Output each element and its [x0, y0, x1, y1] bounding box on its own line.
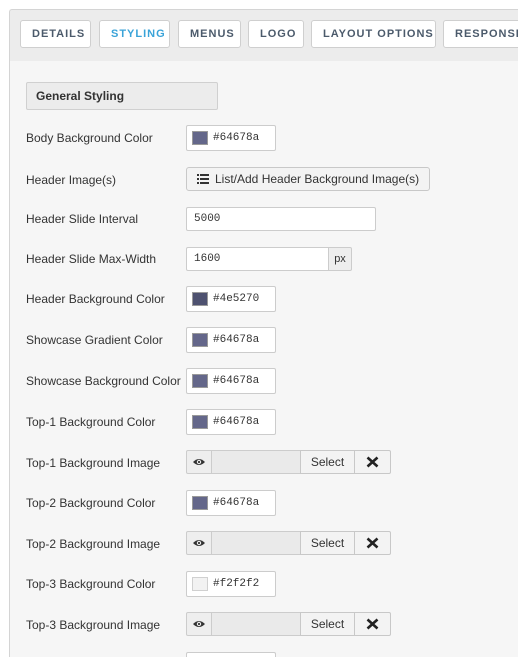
tab-bar: DETAILS STYLING MENUS LOGO LAYOUT OPTION…: [9, 9, 518, 62]
image-path-field[interactable]: [211, 531, 301, 555]
unit-addon: px: [328, 247, 352, 271]
preview-button[interactable]: [186, 531, 212, 555]
tab-menus[interactable]: MENUS: [178, 20, 241, 48]
tab-logo[interactable]: LOGO: [248, 20, 304, 48]
color-swatch[interactable]: [192, 496, 208, 510]
top3-background-color-label: Top-3 Background Color: [26, 577, 156, 591]
tab-styling[interactable]: STYLING: [99, 20, 170, 48]
top1-background-color-picker[interactable]: #64678a: [186, 409, 276, 435]
color-swatch[interactable]: [192, 292, 208, 306]
tab-details[interactable]: DETAILS: [20, 20, 91, 48]
color-value: #4e5270: [213, 293, 260, 305]
preview-button[interactable]: [186, 612, 212, 636]
preview-button[interactable]: [186, 450, 212, 474]
top3-background-image-label: Top-3 Background Image: [26, 618, 161, 632]
top1-background-image-label: Top-1 Background Image: [26, 456, 161, 470]
close-x-icon: [366, 456, 379, 468]
top1-background-color-label: Top-1 Background Color: [26, 415, 156, 429]
header-slide-interval-input[interactable]: 5000: [186, 207, 376, 231]
color-value: #f2f2f2: [213, 578, 260, 590]
color-value: #64678a: [213, 132, 260, 144]
color-value: #64678a: [213, 497, 260, 509]
list-add-header-images-button[interactable]: List/Add Header Background Image(s): [186, 167, 430, 191]
top2-background-color-label: Top-2 Background Color: [26, 496, 156, 510]
showcase-gradient-color-picker[interactable]: #64678a: [186, 327, 276, 353]
color-value: #64678a: [213, 334, 260, 346]
top2-background-image-control: Select: [186, 531, 391, 555]
showcase-background-color-picker[interactable]: #64678a: [186, 368, 276, 394]
header-slide-max-width-label: Header Slide Max-Width: [26, 252, 157, 266]
next-color-picker-partial[interactable]: [186, 652, 276, 657]
close-x-icon: [366, 537, 379, 549]
color-swatch[interactable]: [192, 131, 208, 145]
eye-icon: [193, 459, 205, 465]
showcase-background-color-label: Showcase Background Color: [26, 374, 181, 388]
select-image-button[interactable]: Select: [300, 612, 355, 636]
image-path-field[interactable]: [211, 450, 301, 474]
clear-image-button[interactable]: [354, 450, 391, 474]
close-x-icon: [366, 618, 379, 630]
eye-icon: [193, 540, 205, 546]
top2-background-color-picker[interactable]: #64678a: [186, 490, 276, 516]
color-swatch[interactable]: [192, 577, 208, 591]
eye-icon: [193, 621, 205, 627]
header-slide-interval-label: Header Slide Interval: [26, 212, 139, 226]
top3-background-image-control: Select: [186, 612, 391, 636]
clear-image-button[interactable]: [354, 531, 391, 555]
section-header-general-styling[interactable]: General Styling: [26, 82, 218, 110]
clear-image-button[interactable]: [354, 612, 391, 636]
tab-responsive[interactable]: RESPONSIVE: [443, 20, 518, 48]
showcase-gradient-color-label: Showcase Gradient Color: [26, 333, 163, 347]
body-background-color-label: Body Background Color: [26, 131, 153, 145]
header-images-label: Header Image(s): [26, 173, 117, 187]
header-slide-max-width-input[interactable]: 1600: [186, 247, 329, 271]
body-background-color-picker[interactable]: #64678a: [186, 125, 276, 151]
list-add-button-label: List/Add Header Background Image(s): [215, 172, 420, 186]
top3-background-color-picker[interactable]: #f2f2f2: [186, 571, 276, 597]
color-swatch[interactable]: [192, 333, 208, 347]
select-image-button[interactable]: Select: [300, 531, 355, 555]
color-value: #64678a: [213, 416, 260, 428]
color-swatch[interactable]: [192, 374, 208, 388]
image-path-field[interactable]: [211, 612, 301, 636]
color-swatch[interactable]: [192, 415, 208, 429]
top1-background-image-control: Select: [186, 450, 391, 474]
tab-layout-options[interactable]: LAYOUT OPTIONS: [311, 20, 436, 48]
color-value: #64678a: [213, 375, 260, 387]
header-background-color-label: Header Background Color: [26, 292, 165, 306]
select-image-button[interactable]: Select: [300, 450, 355, 474]
list-icon: [197, 174, 209, 184]
header-background-color-picker[interactable]: #4e5270: [186, 286, 276, 312]
top2-background-image-label: Top-2 Background Image: [26, 537, 161, 551]
